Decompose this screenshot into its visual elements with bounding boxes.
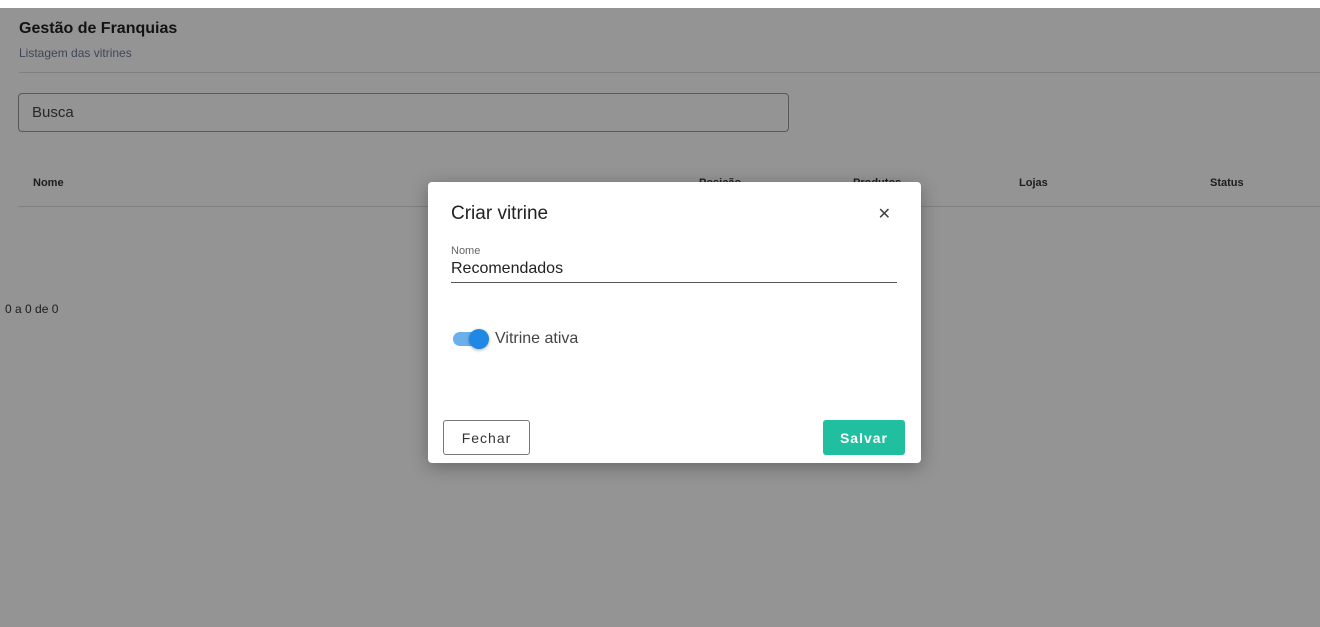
close-icon[interactable]: ✕ (878, 204, 891, 224)
top-strip (0, 0, 1320, 8)
toggle-label: Vitrine ativa (495, 330, 579, 347)
page: Gestão de Franquias Listagem das vitrine… (0, 0, 1320, 627)
dialog-title: Criar vitrine (451, 203, 549, 224)
save-button[interactable]: Salvar (823, 420, 905, 455)
toggle-knob (469, 329, 489, 349)
name-field-value[interactable]: Recomendados (451, 260, 897, 278)
close-button[interactable]: Fechar (443, 420, 530, 455)
name-field[interactable]: Nome Recomendados (451, 245, 897, 283)
active-toggle[interactable]: Vitrine ativa (453, 329, 579, 349)
create-showcase-dialog: Criar vitrine ✕ Nome Recomendados Vitrin… (428, 182, 921, 463)
toggle-switch[interactable] (453, 329, 489, 349)
name-field-label: Nome (451, 245, 481, 257)
